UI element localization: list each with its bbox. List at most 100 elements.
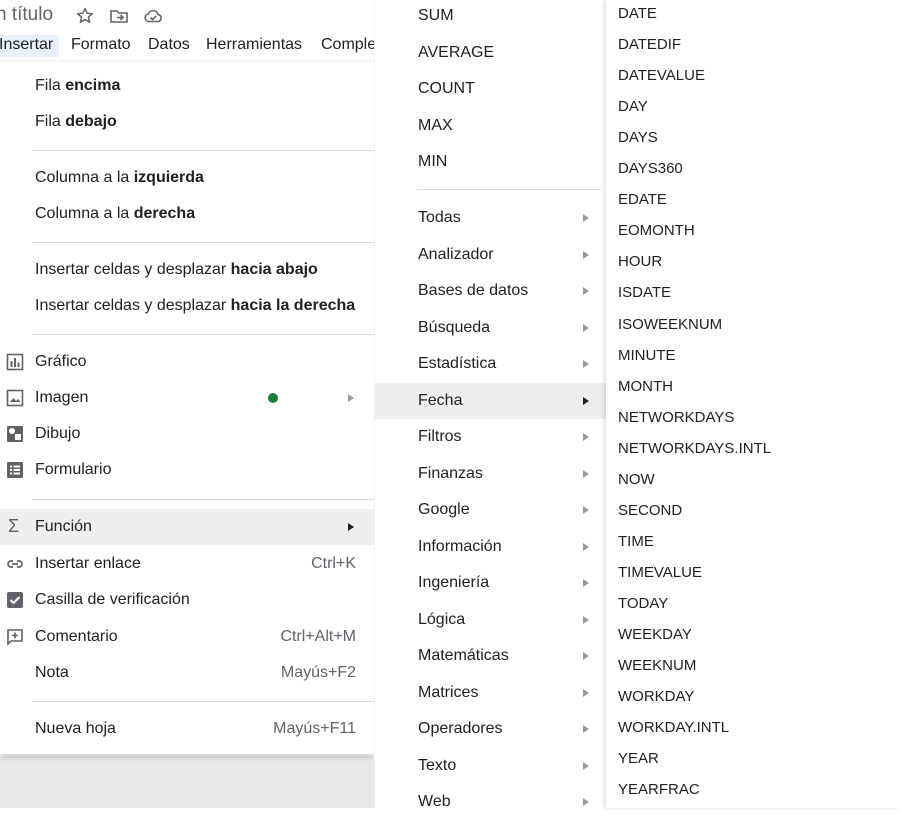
date-function-second[interactable]: SECOND	[606, 495, 900, 526]
submenu-arrow-icon	[583, 396, 589, 405]
category-item-información[interactable]: Información	[375, 529, 607, 565]
separator	[32, 242, 374, 243]
submenu-arrow-icon	[583, 214, 589, 222]
item-label: Columna a la	[35, 205, 134, 222]
date-function-minute[interactable]: MINUTE	[606, 340, 900, 371]
date-function-weekday[interactable]: WEEKDAY	[606, 619, 900, 650]
item-label: MINUTE	[618, 346, 676, 364]
function-item-min[interactable]: MIN	[375, 144, 607, 180]
date-function-hour[interactable]: HOUR	[606, 246, 900, 277]
item-label: DATEDIF	[618, 36, 682, 54]
item-label: Imagen	[35, 389, 89, 406]
menu-item-funcion[interactable]: Σ Función	[0, 509, 374, 545]
date-function-datevalue[interactable]: DATEVALUE	[606, 60, 900, 91]
item-label: SUM	[418, 7, 454, 24]
star-icon[interactable]	[75, 6, 95, 26]
date-function-month[interactable]: MONTH	[606, 371, 900, 402]
item-label: Web	[418, 793, 451, 810]
date-function-eomonth[interactable]: EOMONTH	[606, 215, 900, 246]
menu-item-fila-encima[interactable]: Fila encima	[0, 68, 374, 104]
category-item-estadística[interactable]: Estadística	[375, 346, 607, 382]
menu-item-fila-debajo[interactable]: Fila debajo	[0, 104, 374, 140]
date-function-day[interactable]: DAY	[606, 91, 900, 122]
document-title[interactable]: n título	[0, 4, 53, 26]
date-function-edate[interactable]: EDATE	[606, 184, 900, 215]
date-function-days360[interactable]: DAYS360	[606, 153, 900, 184]
menu-item-celdas-abajo[interactable]: Insertar celdas y desplazar hacia abajo	[0, 252, 374, 288]
date-function-weeknum[interactable]: WEEKNUM	[606, 650, 900, 681]
menu-herramientas[interactable]: Herramientas	[206, 36, 302, 54]
menu-item-casilla[interactable]: Casilla de verificación	[0, 582, 374, 618]
date-function-datedif[interactable]: DATEDIF	[606, 29, 900, 60]
date-function-now[interactable]: NOW	[606, 464, 900, 495]
category-item-bases-de-datos[interactable]: Bases de datos	[375, 273, 607, 309]
category-item-analizador[interactable]: Analizador	[375, 237, 607, 273]
function-item-average[interactable]: AVERAGE	[375, 35, 607, 71]
date-function-isdate[interactable]: ISDATE	[606, 277, 900, 308]
menu-formato[interactable]: Formato	[71, 36, 131, 54]
item-label: Dibujo	[35, 425, 81, 442]
category-item-ingeniería[interactable]: Ingeniería	[375, 565, 607, 601]
category-item-web[interactable]: Web	[375, 784, 607, 820]
item-label: SECOND	[618, 501, 683, 519]
menu-item-nueva-hoja[interactable]: Nueva hoja Mayús+F11	[0, 711, 374, 747]
menu-datos[interactable]: Datos	[148, 36, 190, 54]
menu-item-dibujo[interactable]: Dibujo	[0, 416, 374, 452]
menu-item-comentario[interactable]: Comentario Ctrl+Alt+M	[0, 619, 374, 655]
date-function-year[interactable]: YEAR	[606, 743, 900, 774]
category-item-filtros[interactable]: Filtros	[375, 419, 607, 455]
menu-item-columna-derecha[interactable]: Columna a la derecha	[0, 196, 374, 232]
date-function-workday[interactable]: WORKDAY	[606, 681, 900, 712]
item-label: MIN	[418, 153, 448, 170]
submenu-arrow-icon	[348, 394, 354, 402]
date-function-yearfrac[interactable]: YEARFRAC	[606, 774, 900, 805]
item-label: WEEKDAY	[618, 626, 692, 643]
date-function-workday-intl[interactable]: WORKDAY.INTL	[606, 712, 900, 743]
function-item-sum[interactable]: SUM	[375, 0, 607, 34]
category-item-matrices[interactable]: Matrices	[375, 675, 607, 711]
item-label: NETWORKDAYS.INTL	[618, 439, 772, 457]
category-item-finanzas[interactable]: Finanzas	[375, 456, 607, 492]
menu-item-columna-izquierda[interactable]: Columna a la izquierda	[0, 160, 374, 196]
item-label: Nueva hoja	[35, 720, 116, 737]
move-to-folder-icon[interactable]	[109, 6, 129, 26]
date-function-time[interactable]: TIME	[606, 526, 900, 557]
add-comment-icon	[7, 629, 23, 646]
menu-complementos[interactable]: Comple	[321, 36, 376, 54]
category-item-matemáticas[interactable]: Matemáticas	[375, 638, 607, 674]
item-label: Comentario	[35, 628, 118, 645]
category-item-búsqueda[interactable]: Búsqueda	[375, 310, 607, 346]
shortcut-text: Mayús+F11	[273, 720, 356, 737]
menu-insertar[interactable]: Insertar	[0, 35, 60, 57]
date-function-timevalue[interactable]: TIMEVALUE	[606, 557, 900, 588]
chart-icon	[6, 353, 24, 371]
menu-item-formulario[interactable]: Formulario	[0, 452, 374, 488]
item-label: AVERAGE	[418, 43, 495, 61]
menu-item-insertar-enlace[interactable]: Insertar enlace Ctrl+K	[0, 546, 374, 582]
item-label: Filtros	[418, 428, 462, 445]
item-label: TIME	[618, 532, 654, 550]
date-function-networkdays[interactable]: NETWORKDAYS	[606, 402, 900, 433]
menu-item-grafico[interactable]: Gráfico	[0, 344, 374, 380]
menu-item-imagen[interactable]: Imagen	[0, 380, 374, 416]
category-item-google[interactable]: Google	[375, 492, 607, 528]
item-label: Fila	[35, 77, 66, 94]
sigma-icon: Σ	[8, 516, 20, 536]
date-function-networkdays-intl[interactable]: NETWORKDAYS.INTL	[606, 433, 900, 464]
menu-item-celdas-derecha[interactable]: Insertar celdas y desplazar hacia la der…	[0, 288, 374, 324]
item-label: Todas	[418, 209, 461, 226]
menu-item-nota[interactable]: Nota Mayús+F2	[0, 655, 374, 691]
function-item-max[interactable]: MAX	[375, 108, 607, 144]
date-function-date[interactable]: DATE	[606, 0, 900, 29]
category-item-operadores[interactable]: Operadores	[375, 711, 607, 747]
category-item-lógica[interactable]: Lógica	[375, 602, 607, 638]
cloud-saved-icon[interactable]	[143, 6, 163, 26]
item-label: Insertar celdas y desplazar	[35, 297, 231, 314]
category-item-fecha[interactable]: Fecha	[375, 382, 607, 419]
function-item-count[interactable]: COUNT	[375, 71, 607, 107]
date-function-days[interactable]: DAYS	[606, 122, 900, 153]
date-function-today[interactable]: TODAY	[606, 588, 900, 619]
date-function-isoweeknum[interactable]: ISOWEEKNUM	[606, 309, 900, 340]
category-item-todas[interactable]: Todas	[375, 200, 607, 236]
category-item-texto[interactable]: Texto	[375, 748, 607, 784]
